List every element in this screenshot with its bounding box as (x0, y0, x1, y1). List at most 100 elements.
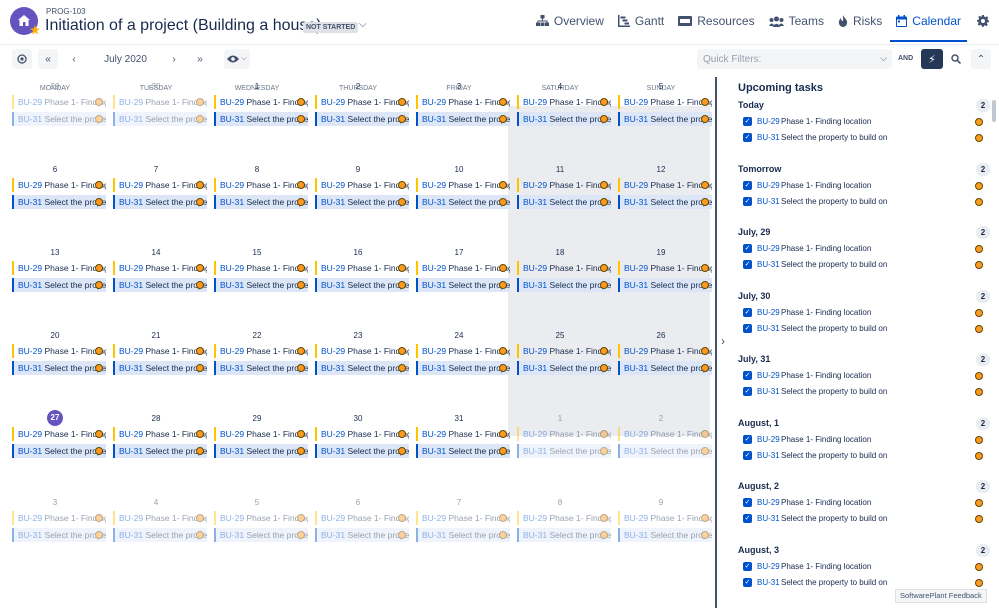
task-bar[interactable]: BU-31 Select the property to build on (113, 361, 207, 375)
upcoming-task-item[interactable]: ✓ BU-29 Phase 1- Finding location (743, 434, 990, 446)
task-bar[interactable]: BU-31 Select the property to build on (214, 195, 308, 209)
task-bar[interactable]: BU-31 Select the property to build on (416, 195, 510, 209)
task-bar[interactable]: BU-29 Phase 1- Finding location (517, 261, 611, 275)
calendar-day[interactable]: 21 BU-29 Phase 1- Finding location BU-31 S… (106, 326, 207, 406)
task-bar[interactable]: BU-29 Phase 1- Finding location (214, 511, 308, 525)
calendar-day[interactable]: 20 BU-29 Phase 1- Finding location BU-31 S… (5, 326, 106, 406)
checkbox-checked-icon[interactable]: ✓ (743, 561, 752, 571)
task-bar[interactable]: BU-31 Select the property to build on (214, 528, 308, 542)
task-bar[interactable]: BU-29 Phase 1- Finding location (315, 261, 409, 275)
task-key[interactable]: BU-31 (18, 197, 42, 207)
task-bar[interactable]: BU-29 Phase 1- Finding location (618, 261, 712, 275)
task-key[interactable]: BU-29 (757, 497, 780, 509)
task-bar[interactable]: BU-31 Select the property to build on (113, 278, 207, 292)
task-key[interactable]: BU-29 (220, 97, 244, 107)
calendar-day[interactable]: 9 BU-29 Phase 1- Finding location BU-31 Se… (611, 493, 712, 573)
task-key[interactable]: BU-31 (220, 114, 244, 124)
chevron-right-icon[interactable]: › (721, 334, 725, 348)
task-bar[interactable]: BU-31 Select the property to build on (618, 112, 712, 126)
prev-year-button[interactable]: « (38, 49, 58, 69)
task-key[interactable]: BU-29 (422, 180, 446, 190)
settings-button[interactable] (977, 0, 989, 42)
task-key[interactable]: BU-31 (119, 197, 143, 207)
calendar-day[interactable]: 30 BU-29 Phase 1- Finding location BU-31 S… (308, 409, 409, 489)
task-bar[interactable]: BU-31 Select the property to build on (113, 195, 207, 209)
task-bar[interactable]: BU-29 Phase 1- Finding location (416, 511, 510, 525)
task-bar[interactable]: BU-31 Select the property to build on (416, 361, 510, 375)
chevron-down-icon[interactable]: ⌵ (359, 19, 367, 30)
calendar-day[interactable]: 27BU-29 Phase 1- Finding location BU-31 S… (5, 409, 106, 489)
calendar-day[interactable]: 7 BU-29 Phase 1- Finding location BU-31 Se… (409, 493, 510, 573)
task-key[interactable]: BU-31 (624, 530, 648, 540)
checkbox-checked-icon[interactable]: ✓ (743, 244, 752, 253)
calendar-day[interactable]: 8 BU-29 Phase 1- Finding location BU-31 Se… (510, 493, 611, 573)
upcoming-task-item[interactable]: ✓ BU-29 Phase 1- Finding location (743, 497, 990, 509)
task-bar[interactable]: BU-29 Phase 1- Finding location (113, 344, 207, 358)
view-options-button[interactable]: ⌵ (224, 49, 250, 69)
task-bar[interactable]: BU-31 Select the property to build on (214, 444, 308, 458)
prev-month-button[interactable]: ‹ (64, 49, 84, 69)
task-bar[interactable]: BU-29 Phase 1- Finding location (214, 427, 308, 441)
task-bar[interactable]: BU-31 Select the property to build on (12, 361, 106, 375)
upcoming-task-item[interactable]: ✓ BU-31 Select the property to build on (743, 386, 990, 398)
task-bar[interactable]: BU-29 Phase 1- Finding location (113, 427, 207, 441)
task-bar[interactable]: BU-31 Select the property to build on (214, 278, 308, 292)
calendar-day[interactable]: 23 BU-29 Phase 1- Finding location BU-31 S… (308, 326, 409, 406)
task-bar[interactable]: BU-29 Phase 1- Finding location (113, 261, 207, 275)
calendar-day[interactable]: 10 BU-29 Phase 1- Finding location BU-31 S… (409, 160, 510, 240)
task-bar[interactable]: BU-31 Select the property to build on (315, 195, 409, 209)
upcoming-task-item[interactable]: ✓ BU-31 Select the property to build on (743, 577, 990, 589)
task-key[interactable]: BU-29 (757, 561, 780, 573)
calendar-day[interactable]: 29 BU-29 Phase 1- Finding location BU-31 S… (207, 409, 308, 489)
task-bar[interactable]: BU-31 Select the property to build on (618, 528, 712, 542)
task-bar[interactable]: BU-31 Select the property to build on (12, 444, 106, 458)
checkbox-checked-icon[interactable]: ✓ (743, 498, 752, 507)
upcoming-task-item[interactable]: ✓ BU-29 Phase 1- Finding location (743, 370, 990, 382)
calendar-day[interactable]: 8 BU-29 Phase 1- Finding location BU-31 Se… (207, 160, 308, 240)
task-bar[interactable]: BU-29 Phase 1- Finding location (618, 95, 712, 109)
task-key[interactable]: BU-31 (624, 280, 648, 290)
task-bar[interactable]: BU-29 Phase 1- Finding location (12, 344, 106, 358)
upcoming-task-item[interactable]: ✓ BU-29 Phase 1- Finding location (743, 561, 990, 573)
task-key[interactable]: BU-31 (321, 363, 345, 373)
task-key[interactable]: BU-29 (119, 513, 143, 523)
calendar-day[interactable]: 15 BU-29 Phase 1- Finding location BU-31 S… (207, 243, 308, 323)
task-bar[interactable]: BU-29 Phase 1- Finding location (12, 427, 106, 441)
upcoming-task-item[interactable]: ✓ BU-31 Select the property to build on (743, 196, 990, 208)
task-bar[interactable]: BU-29 Phase 1- Finding location (416, 261, 510, 275)
task-key[interactable]: BU-31 (18, 363, 42, 373)
task-key[interactable]: BU-29 (220, 180, 244, 190)
task-key[interactable]: BU-31 (624, 363, 648, 373)
task-key[interactable]: BU-31 (422, 363, 446, 373)
task-key[interactable]: BU-31 (523, 280, 547, 290)
task-key[interactable]: BU-31 (523, 197, 547, 207)
task-bar[interactable]: BU-31 Select the property to build on (214, 361, 308, 375)
task-key[interactable]: BU-29 (18, 429, 42, 439)
task-bar[interactable]: BU-31 Select the property to build on (517, 278, 611, 292)
checkbox-checked-icon[interactable]: ✓ (743, 260, 752, 269)
calendar-day[interactable]: 31 BU-29 Phase 1- Finding location BU-31 S… (409, 409, 510, 489)
checkbox-checked-icon[interactable]: ✓ (743, 117, 752, 126)
task-bar[interactable]: BU-31 Select the property to build on (113, 444, 207, 458)
calendar-day[interactable]: 1 BU-29 Phase 1- Finding location BU-31 Se… (207, 77, 308, 157)
checkbox-checked-icon[interactable]: ✓ (743, 450, 752, 460)
task-bar[interactable]: BU-29 Phase 1- Finding location (618, 344, 712, 358)
task-key[interactable]: BU-29 (757, 307, 780, 319)
task-bar[interactable]: BU-29 Phase 1- Finding location (214, 178, 308, 192)
task-bar[interactable]: BU-29 Phase 1- Finding location (214, 344, 308, 358)
calendar-day[interactable]: 2 BU-29 Phase 1- Finding location BU-31 Se… (308, 77, 409, 157)
task-key[interactable]: BU-31 (523, 363, 547, 373)
task-key[interactable]: BU-31 (422, 114, 446, 124)
task-key[interactable]: BU-29 (422, 97, 446, 107)
task-bar[interactable]: BU-29 Phase 1- Finding location (517, 178, 611, 192)
calendar-day[interactable]: 3 BU-29 Phase 1- Finding location BU-31 Se… (5, 493, 106, 573)
task-bar[interactable]: BU-31 Select the property to build on (416, 112, 510, 126)
task-key[interactable]: BU-31 (321, 197, 345, 207)
task-key[interactable]: BU-31 (523, 446, 547, 456)
feedback-button[interactable]: SoftwarePlant Feedback (895, 589, 987, 603)
task-bar[interactable]: BU-29 Phase 1- Finding location (214, 95, 308, 109)
task-key[interactable]: BU-29 (624, 346, 648, 356)
task-key[interactable]: BU-31 (18, 530, 42, 540)
checkbox-checked-icon[interactable]: ✓ (743, 514, 752, 523)
scrollbar[interactable] (992, 100, 996, 122)
